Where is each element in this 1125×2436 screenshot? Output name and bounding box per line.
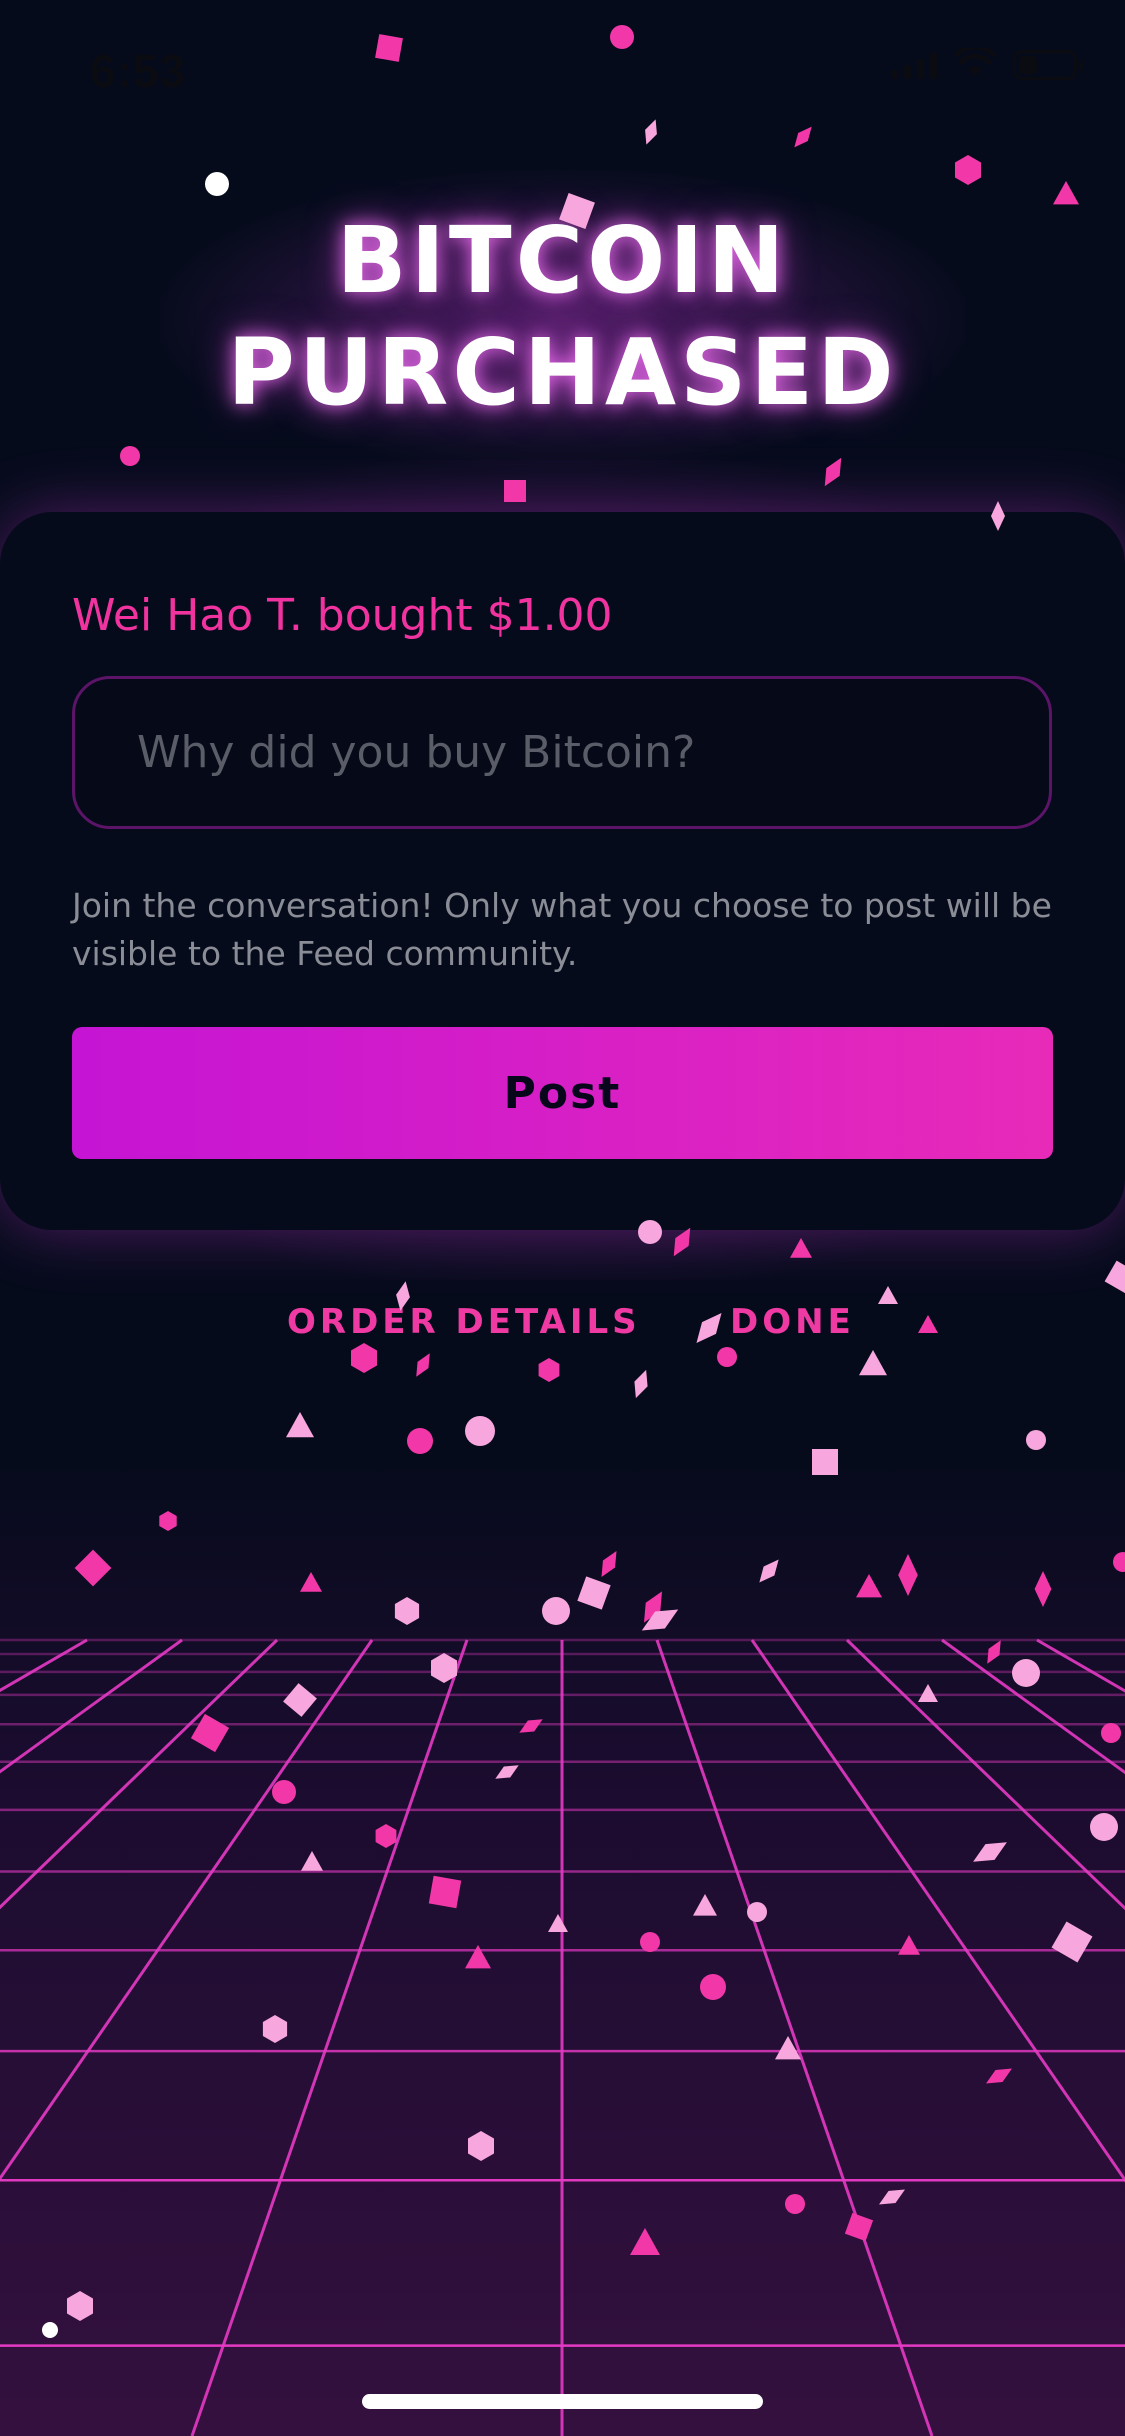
confetti-piece (542, 1597, 570, 1625)
grid-line (0, 1638, 88, 1693)
confetti-piece (286, 1412, 314, 1438)
status-bar: 6:53 (0, 0, 1125, 140)
confetti-piece (859, 1350, 887, 1376)
confetti-piece (1053, 181, 1079, 205)
reason-input[interactable] (72, 676, 1052, 829)
battery-icon (1013, 50, 1083, 80)
purchase-confirmation-screen: 6:53 BITCOIN PURCHASED Wei Hao T. bought… (0, 0, 1125, 2436)
confetti-piece (759, 1559, 779, 1583)
confetti-piece (696, 1313, 722, 1343)
post-button[interactable]: Post (72, 1027, 1053, 1159)
status-icons (891, 44, 1083, 82)
grid-line (655, 1639, 934, 2436)
grid-line (0, 1639, 374, 2182)
confetti-piece (159, 1511, 177, 1531)
confetti-piece (856, 1574, 882, 1598)
confetti-piece (601, 1551, 617, 1577)
purchase-summary: Wei Hao T. bought $1.00 (72, 590, 613, 641)
confetti-piece (1113, 1552, 1125, 1572)
confetti-piece (351, 1343, 377, 1373)
confetti-piece (898, 1554, 918, 1596)
grid-line (0, 1638, 279, 1910)
status-time: 6:53 (90, 45, 187, 97)
grid-line (1036, 1638, 1125, 1693)
confetti-piece (300, 1572, 322, 1592)
done-link[interactable]: DONE (730, 1302, 855, 1342)
grid-line (845, 1638, 1125, 1911)
title-line-2: PURCHASED (227, 319, 898, 426)
confetti-piece (394, 1597, 420, 1625)
confetti-piece (577, 1576, 611, 1610)
confetti-piece (407, 1428, 433, 1454)
confetti-piece (1026, 1430, 1046, 1450)
title-line-1: BITCOIN (336, 207, 789, 314)
confetti-piece (918, 1315, 938, 1333)
signal-icon (891, 51, 937, 79)
helper-text: Join the conversation! Only what you cho… (72, 886, 1052, 973)
confetti-piece (812, 1449, 838, 1475)
confetti-piece (717, 1347, 737, 1367)
confetti-piece (1034, 1571, 1052, 1607)
grid-line (750, 1639, 1125, 2183)
confetti-piece (74, 1549, 112, 1587)
confetti-piece (634, 1369, 648, 1399)
order-details-link[interactable]: ORDER DETAILS (287, 1302, 641, 1342)
confetti-piece (538, 1358, 560, 1382)
confetti-piece (878, 1286, 898, 1304)
wifi-icon (953, 44, 997, 82)
page-title: BITCOIN PURCHASED (0, 205, 1125, 429)
home-indicator (362, 2394, 763, 2409)
confetti-piece (465, 1416, 495, 1446)
grid-line (190, 1639, 469, 2436)
confetti-piece (644, 1591, 662, 1623)
confetti-piece (416, 1353, 430, 1377)
neon-grid-floor (0, 1630, 1125, 2436)
